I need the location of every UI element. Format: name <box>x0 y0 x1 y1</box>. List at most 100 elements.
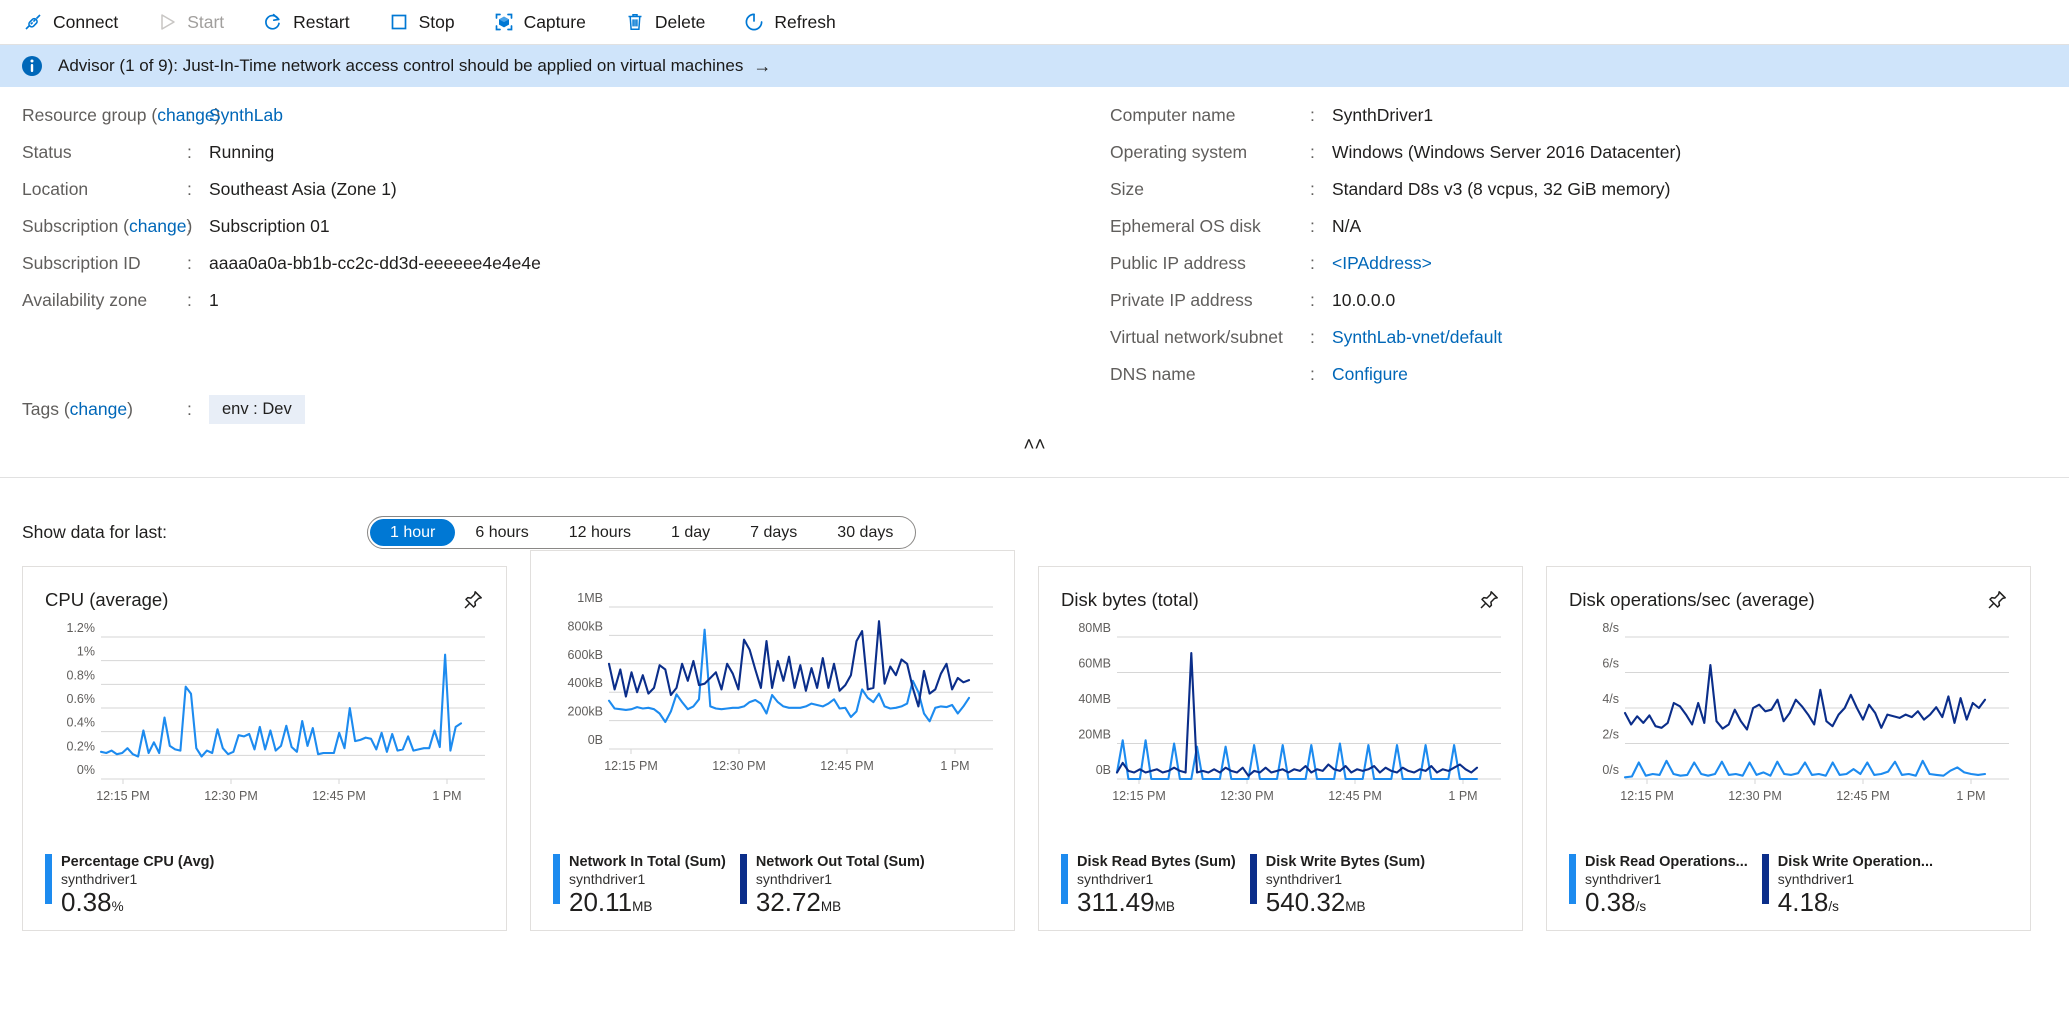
legend-series-unit: % <box>112 899 124 914</box>
time-range-option-30-days[interactable]: 30 days <box>817 519 913 546</box>
status-value: Running <box>209 142 274 163</box>
tag-chip[interactable]: env : Dev <box>209 395 305 424</box>
legend-series-unit: /s <box>1828 899 1839 914</box>
svg-text:60MB: 60MB <box>1078 657 1111 671</box>
resource-group-change-link[interactable]: change <box>157 105 214 125</box>
metric-card-cpu: CPU (average) 0%0.2%0.4%0.6%0.8%1%1.2%12… <box>22 566 507 931</box>
pin-icon[interactable] <box>1986 589 2008 611</box>
legend-series-unit: /s <box>1636 899 1647 914</box>
property-status: Status : Running <box>22 142 1110 179</box>
private-ip-address-label: Private IP address <box>1110 290 1310 311</box>
chart-plot-network: 0B200kB400kB600kB800kB1MB12:15 PM12:30 P… <box>531 551 1014 791</box>
svg-text:800kB: 800kB <box>568 619 603 633</box>
legend-swatch <box>740 854 747 904</box>
legend-item[interactable]: Disk Write Bytes (Sum) synthdriver1 540.… <box>1250 854 1425 916</box>
capture-button[interactable]: Capture <box>489 7 602 37</box>
legend-series-resource: synthdriver1 <box>1778 871 1933 887</box>
availability-zone-value: 1 <box>209 290 219 311</box>
operating-system-value: Windows (Windows Server 2016 Datacenter) <box>1332 142 1681 163</box>
time-range-option-6-hours[interactable]: 6 hours <box>455 519 548 546</box>
colon: : <box>1310 327 1324 348</box>
delete-button[interactable]: Delete <box>620 7 722 37</box>
legend-series-name: Disk Write Bytes (Sum) <box>1266 854 1425 870</box>
subscription-change-link[interactable]: change <box>129 216 186 236</box>
refresh-button[interactable]: Refresh <box>739 7 851 37</box>
pin-icon[interactable] <box>462 589 484 611</box>
legend-series-resource: synthdriver1 <box>61 871 214 887</box>
connect-icon <box>22 11 44 33</box>
legend-item[interactable]: Disk Write Operation... synthdriver1 4.1… <box>1762 854 1933 916</box>
computer-name-value: SynthDriver1 <box>1332 105 1433 126</box>
stop-button[interactable]: Stop <box>384 7 471 37</box>
restart-button[interactable]: Restart <box>258 7 365 37</box>
property-ephemeral-os-disk: Ephemeral OS disk : N/A <box>1110 216 2010 253</box>
legend-swatch <box>1569 854 1576 904</box>
capture-icon <box>493 11 515 33</box>
legend-item[interactable]: Disk Read Operations... synthdriver1 0.3… <box>1569 854 1748 916</box>
svg-text:1%: 1% <box>77 645 95 659</box>
legend-swatch <box>1250 854 1257 904</box>
size-label: Size <box>1110 179 1310 200</box>
svg-text:12:45 PM: 12:45 PM <box>312 789 366 803</box>
ephemeral-os-disk-label: Ephemeral OS disk <box>1110 216 1310 237</box>
svg-text:0.6%: 0.6% <box>67 692 96 706</box>
chart-legend-disk-bytes: Disk Read Bytes (Sum) synthdriver1 311.4… <box>1039 854 1425 916</box>
time-range-option-12-hours[interactable]: 12 hours <box>549 519 651 546</box>
refresh-icon <box>743 11 765 33</box>
start-button[interactable]: Start <box>152 7 240 37</box>
delete-icon <box>624 11 646 33</box>
card-title-disk-bytes: Disk bytes (total) <box>1061 589 1199 611</box>
tags-change-link[interactable]: change <box>70 399 127 419</box>
legend-series-resource: synthdriver1 <box>756 871 925 887</box>
legend-series-resource: synthdriver1 <box>1585 871 1748 887</box>
legend-series-value: 311.49 <box>1077 887 1155 917</box>
pin-icon[interactable] <box>1478 589 1500 611</box>
svg-text:600kB: 600kB <box>568 648 603 662</box>
time-range-option-7-days[interactable]: 7 days <box>730 519 817 546</box>
legend-item[interactable]: Network Out Total (Sum) synthdriver1 32.… <box>740 854 925 916</box>
metrics-card-row: CPU (average) 0%0.2%0.4%0.6%0.8%1%1.2%12… <box>0 556 2069 931</box>
legend-series-resource: synthdriver1 <box>569 871 726 887</box>
svg-text:1MB: 1MB <box>577 591 603 605</box>
property-private-ip-address: Private IP address : 10.0.0.0 <box>1110 290 2010 327</box>
status-label: Status <box>22 142 187 163</box>
legend-series-unit: MB <box>821 899 841 914</box>
legend-series-resource: synthdriver1 <box>1077 871 1236 887</box>
time-range-option-1-day[interactable]: 1 day <box>651 519 730 546</box>
colon: : <box>187 290 201 311</box>
svg-text:2/s: 2/s <box>1602 728 1619 742</box>
colon: : <box>187 253 201 274</box>
colon: : <box>1310 105 1324 126</box>
public-ip-address-value[interactable]: <IPAddress> <box>1332 253 1432 274</box>
collapse-essentials-button[interactable]: ˄˄ <box>0 436 2069 455</box>
legend-item[interactable]: Disk Read Bytes (Sum) synthdriver1 311.4… <box>1061 854 1236 916</box>
chart-legend-disk-operations: Disk Read Operations... synthdriver1 0.3… <box>1547 854 1933 916</box>
property-subscription-id: Subscription ID : aaaa0a0a-bb1b-cc2c-dd3… <box>22 253 1110 290</box>
time-range-option-1-hour[interactable]: 1 hour <box>370 519 455 546</box>
legend-series-name: Disk Read Bytes (Sum) <box>1077 854 1236 870</box>
dns-name-value[interactable]: Configure <box>1332 364 1408 385</box>
capture-label: Capture <box>524 12 586 33</box>
card-title-cpu: CPU (average) <box>45 589 168 611</box>
public-ip-address-label: Public IP address <box>1110 253 1310 274</box>
location-label: Location <box>22 179 187 200</box>
virtual-network-subnet-value[interactable]: SynthLab-vnet/default <box>1332 327 1502 348</box>
chevron-up-icon: ˄˄ <box>1023 436 1045 455</box>
subscription-value: Subscription 01 <box>209 216 330 237</box>
legend-item[interactable]: Percentage CPU (Avg) synthdriver1 0.38% <box>45 854 214 916</box>
svg-text:0.4%: 0.4% <box>67 716 96 730</box>
svg-text:0B: 0B <box>588 733 603 747</box>
svg-text:12:30 PM: 12:30 PM <box>712 759 766 773</box>
resource-group-label: Resource group <box>22 105 147 125</box>
resource-group-value[interactable]: SynthLab <box>209 105 283 126</box>
advisor-banner[interactable]: Advisor (1 of 9): Just-In-Time network a… <box>0 45 2069 87</box>
computer-name-label: Computer name <box>1110 105 1310 126</box>
svg-text:0.2%: 0.2% <box>67 739 96 753</box>
property-size: Size : Standard D8s v3 (8 vcpus, 32 GiB … <box>1110 179 2010 216</box>
svg-text:0%: 0% <box>77 763 95 777</box>
colon: : <box>187 142 201 163</box>
legend-item[interactable]: Network In Total (Sum) synthdriver1 20.1… <box>553 854 726 916</box>
svg-text:0.8%: 0.8% <box>67 668 96 682</box>
connect-button[interactable]: Connect <box>18 7 134 37</box>
property-location: Location : Southeast Asia (Zone 1) <box>22 179 1110 216</box>
